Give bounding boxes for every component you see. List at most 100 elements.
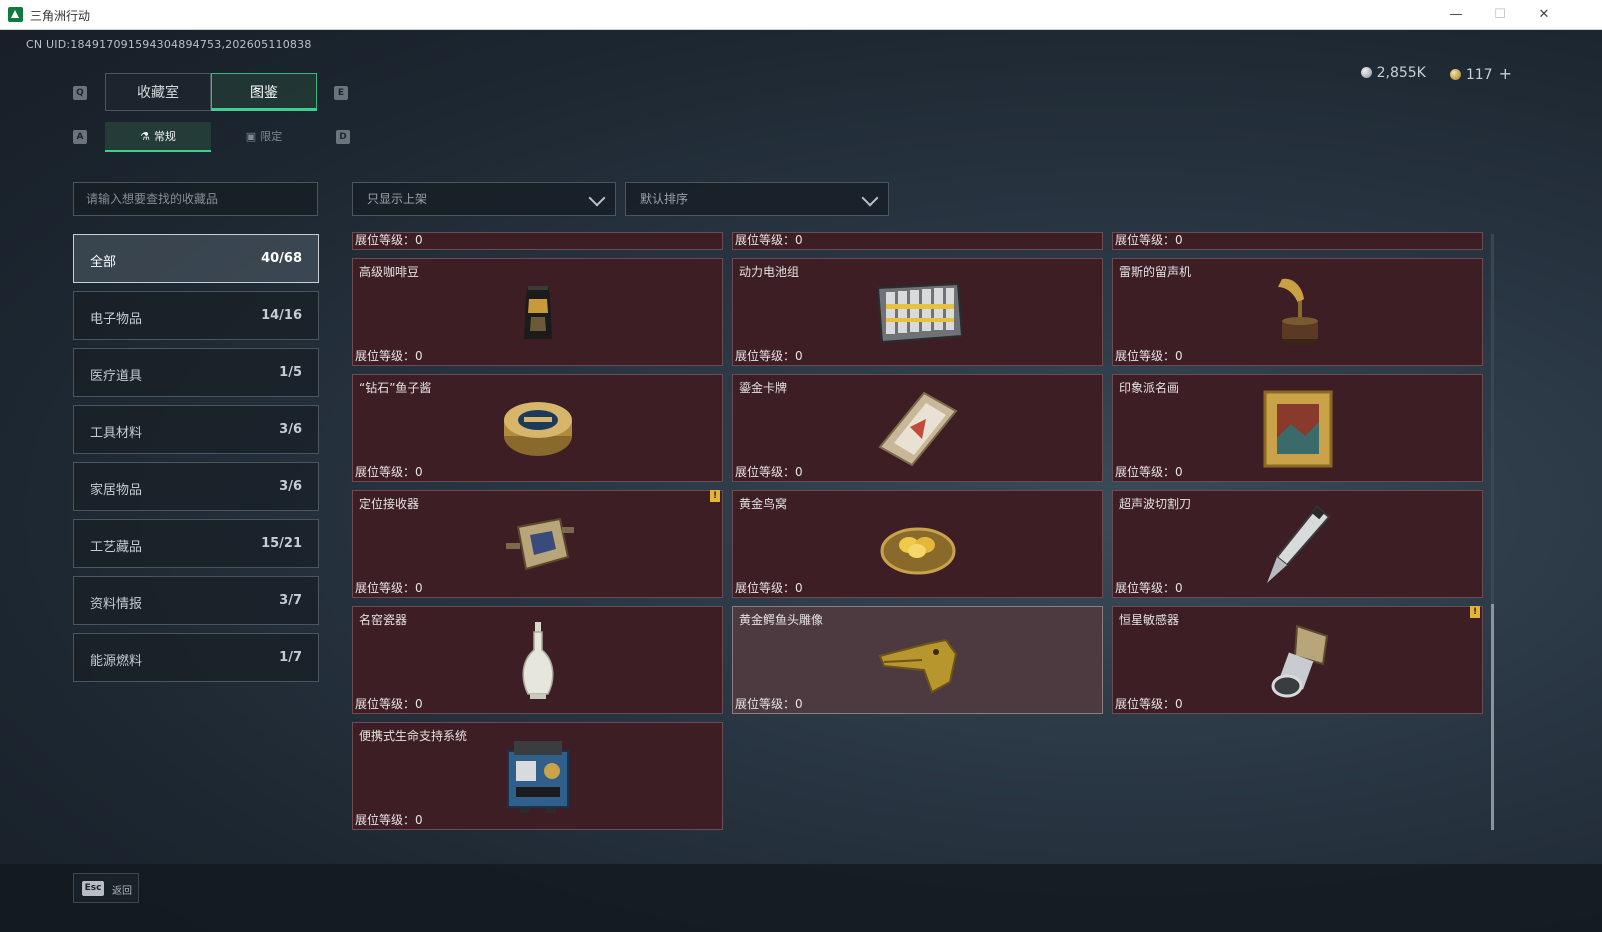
display-level: 展位等级：0 <box>355 581 423 595</box>
category-electronics[interactable]: 电子物品 14/16 <box>73 291 319 340</box>
collection-card-partial[interactable]: 展位等级：0 <box>352 232 723 250</box>
collection-card[interactable]: 黄金鸟窝 展位等级：0 <box>732 490 1103 598</box>
key-hint-e: E <box>334 86 348 100</box>
currency-bar: 2,855K 117 + <box>1360 60 1512 86</box>
window-title: 三角洲行动 <box>30 9 91 23</box>
category-count: 1/5 <box>279 365 302 380</box>
painting-icon <box>1263 390 1332 468</box>
window-titlebar: 三角洲行动 — ☐ ✕ <box>0 0 1602 30</box>
item-name: 便携式生命支持系统 <box>359 729 468 743</box>
collection-card[interactable]: 雷斯的留声机 展位等级：0 <box>1112 258 1483 366</box>
silver-currency: 2,855K <box>1360 65 1426 81</box>
key-hint-d: D <box>336 130 350 144</box>
collection-card[interactable]: 名窑瓷器 展位等级：0 <box>352 606 723 714</box>
item-name: 雷斯的留声机 <box>1119 265 1192 279</box>
add-currency-button[interactable]: + <box>1499 64 1512 83</box>
display-level: 展位等级：0 <box>1115 349 1183 363</box>
category-count: 3/6 <box>279 479 302 494</box>
item-name: 恒星敏感器 <box>1119 613 1180 627</box>
gold-coin-icon <box>1449 68 1461 80</box>
item-name: “钻石”鱼子酱 <box>359 381 432 395</box>
category-count: 3/7 <box>279 593 302 608</box>
card-icon <box>877 391 958 467</box>
display-level: 展位等级：0 <box>1115 697 1183 711</box>
collection-card[interactable]: 便携式生命支持系统 展位等级：0 <box>352 722 723 830</box>
back-button[interactable]: Esc 返回 <box>73 873 139 903</box>
star-sensor-icon <box>1271 624 1328 698</box>
collection-card[interactable]: 鎏金卡牌 展位等级：0 <box>732 374 1103 482</box>
category-household[interactable]: 家居物品 3/6 <box>73 462 319 511</box>
search-input[interactable] <box>73 182 318 216</box>
collection-card[interactable]: 黄金鳄鱼头雕像 展位等级：0 <box>732 606 1103 714</box>
filter-dropdown[interactable]: 只显示上架 <box>352 182 616 216</box>
silver-amount: 2,855K <box>1376 65 1426 81</box>
coffee-bag-icon <box>523 286 552 339</box>
collection-card-partial[interactable]: 展位等级：0 <box>732 232 1103 250</box>
receiver-icon <box>505 517 574 571</box>
collection-card[interactable]: 超声波切割刀 展位等级：0 <box>1112 490 1483 598</box>
category-name: 工具材料 <box>90 426 143 441</box>
tab-catalog[interactable]: 图鉴 <box>211 73 317 111</box>
collection-card-partial[interactable]: 展位等级：0 <box>1112 232 1483 250</box>
category-all[interactable]: 全部 40/68 <box>73 234 319 283</box>
ultrasonic-knife-icon <box>1266 505 1330 583</box>
category-energy[interactable]: 能源燃料 1/7 <box>73 633 319 682</box>
display-level: 展位等级：0 <box>355 697 423 711</box>
display-level: 展位等级：0 <box>735 697 803 711</box>
category-count: 15/21 <box>261 536 302 551</box>
crocodile-statue-icon <box>878 638 957 694</box>
category-name: 电子物品 <box>90 312 143 327</box>
esc-key-icon: Esc <box>82 881 104 896</box>
category-name: 全部 <box>90 255 117 270</box>
display-level: 展位等级：0 <box>355 465 423 479</box>
tab-limited[interactable]: ▣ 限定 <box>211 122 317 152</box>
collection-card[interactable]: “钻石”鱼子酱 展位等级：0 <box>352 374 723 482</box>
gramophone-icon <box>1277 278 1318 345</box>
sub-tabs: ⚗ 常规 ▣ 限定 <box>105 122 317 152</box>
display-level: 展位等级：0 <box>735 233 803 247</box>
maximize-button[interactable]: ☐ <box>1478 0 1522 30</box>
caviar-tin-icon <box>503 402 572 456</box>
category-medical[interactable]: 医疗道具 1/5 <box>73 348 319 397</box>
filter-selected: 只显示上架 <box>367 192 428 206</box>
battery-pack-icon <box>876 282 963 344</box>
category-intel[interactable]: 资料情报 3/7 <box>73 576 319 625</box>
collection-card[interactable]: 印象派名画 展位等级：0 <box>1112 374 1483 482</box>
image-icon: ▣ <box>245 130 257 143</box>
close-button[interactable]: ✕ <box>1522 0 1566 30</box>
tab-regular[interactable]: ⚗ 常规 <box>105 122 211 152</box>
chevron-down-icon <box>588 189 606 207</box>
tab-collection-room[interactable]: 收藏室 <box>105 73 211 111</box>
category-name: 家居物品 <box>90 483 143 498</box>
minimize-button[interactable]: — <box>1434 0 1478 30</box>
item-name: 印象派名画 <box>1119 381 1180 395</box>
item-name: 名窑瓷器 <box>359 613 408 627</box>
gold-currency: 117 + <box>1449 64 1512 83</box>
tab-limited-label: 限定 <box>260 130 283 143</box>
category-crafts[interactable]: 工艺藏品 15/21 <box>73 519 319 568</box>
key-hint-q: Q <box>73 86 87 100</box>
category-sidebar: 全部 40/68 电子物品 14/16 医疗道具 1/5 工具材料 3/6 家居物品 3/… <box>73 234 319 690</box>
collection-card[interactable]: 高级咖啡豆 展位等级：0 <box>352 258 723 366</box>
collection-card[interactable]: 定位接收器 ! 展位等级：0 <box>352 490 723 598</box>
app-logo-icon <box>8 7 23 22</box>
category-count: 1/7 <box>279 650 302 665</box>
category-name: 能源燃料 <box>90 654 143 669</box>
display-level: 展位等级：0 <box>1115 233 1183 247</box>
sort-selected: 默认排序 <box>640 192 689 206</box>
grid-scrollbar-thumb[interactable] <box>1491 604 1494 830</box>
category-tools[interactable]: 工具材料 3/6 <box>73 405 319 454</box>
display-level: 展位等级：0 <box>1115 581 1183 595</box>
collection-card[interactable]: 恒星敏感器 ! 展位等级：0 <box>1112 606 1483 714</box>
sort-dropdown[interactable]: 默认排序 <box>625 182 889 216</box>
display-level: 展位等级：0 <box>355 233 423 247</box>
collection-card[interactable]: 动力电池组 展位等级：0 <box>732 258 1103 366</box>
silver-coin-icon <box>1360 67 1372 78</box>
display-level: 展位等级：0 <box>355 813 423 827</box>
bottom-bar <box>0 864 1602 932</box>
key-hint-a: A <box>73 130 87 144</box>
item-name: 鎏金卡牌 <box>739 381 788 395</box>
warning-badge: ! <box>1470 606 1480 618</box>
gold-amount: 117 <box>1465 66 1493 83</box>
collection-grid: 展位等级：0 展位等级：0 展位等级：0 高级咖啡豆 展位等级：0 动力电池组 … <box>352 232 1484 830</box>
